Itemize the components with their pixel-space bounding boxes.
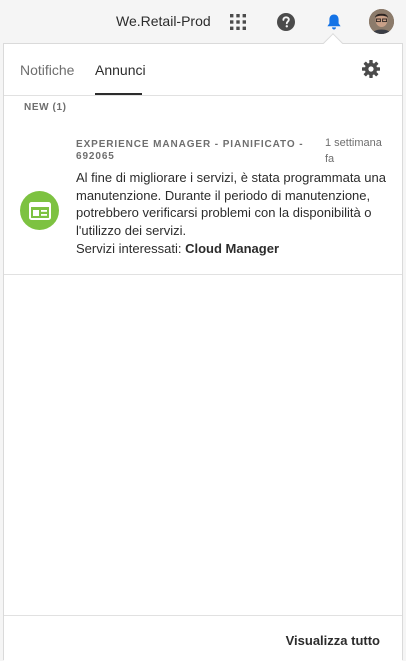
org-switcher[interactable]: We.Retail-Prod (116, 13, 211, 29)
tab-annunci[interactable]: Annunci (95, 62, 146, 78)
bell-icon[interactable] (322, 10, 346, 34)
tab-notifiche[interactable]: Notifiche (20, 62, 74, 78)
active-tab-indicator (95, 93, 142, 95)
affected-services: Servizi interessati: Cloud Manager (76, 241, 279, 256)
top-bar: We.Retail-Prod (0, 0, 406, 44)
announcement-card[interactable]: EXPERIENCE MANAGER - PIANIFICATO - 69206… (4, 124, 402, 275)
panel-footer: Visualizza tutto (4, 615, 402, 661)
announcement-timestamp: 1 settimana fa (325, 137, 382, 165)
help-icon[interactable] (274, 10, 298, 34)
notifications-panel: Notifiche Annunci NEW (1) EXPERIENCE MAN… (3, 43, 403, 661)
view-all-link[interactable]: Visualizza tutto (286, 633, 380, 648)
gear-icon[interactable] (361, 59, 381, 79)
affected-services-value: Cloud Manager (185, 241, 280, 256)
tab-bar: Notifiche Annunci (4, 44, 402, 96)
announcement-body: Al fine di migliorare i servizi, è stata… (76, 170, 386, 238)
affected-services-label: Servizi interessati: (76, 241, 182, 256)
announcement-title: EXPERIENCE MANAGER - PIANIFICATO - 69206… (76, 139, 304, 162)
section-label-new: NEW (1) (24, 102, 67, 113)
apps-grid-icon[interactable] (226, 10, 250, 34)
user-avatar[interactable] (369, 9, 394, 34)
announcement-icon (20, 191, 59, 230)
